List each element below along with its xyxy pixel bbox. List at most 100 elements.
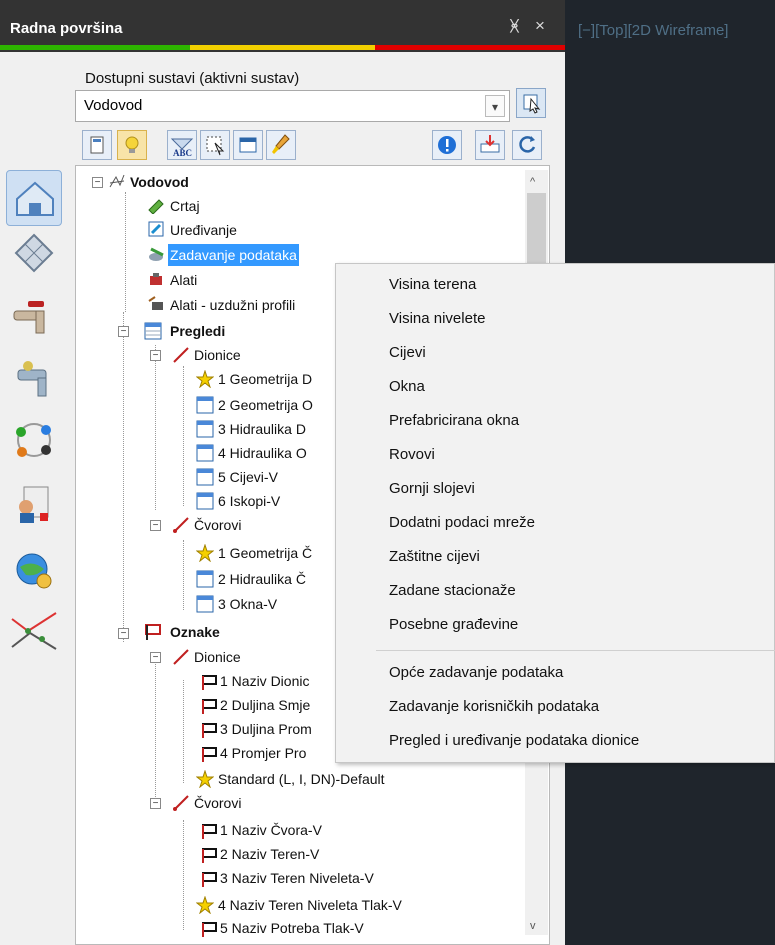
home-icon[interactable] — [6, 170, 62, 226]
scroll-up-icon[interactable]: ^ — [530, 176, 535, 188]
menu-item-posebne-gradevine[interactable]: Posebne građevine — [389, 616, 518, 633]
collapse-toggle[interactable]: − — [150, 652, 161, 663]
label-tool-button[interactable]: ABC — [167, 130, 197, 160]
collapse-toggle[interactable]: − — [118, 628, 129, 639]
menu-item-zadane-stacionaze[interactable]: Zadane stacionaže — [389, 582, 516, 599]
tree-item-label[interactable]: Standard (L, I, DN)-Default — [218, 768, 385, 790]
close-icon[interactable]: × — [535, 16, 545, 36]
tree-item-label[interactable]: 5 Naziv Potreba Tlak-V — [220, 917, 364, 939]
tree-group-dionice[interactable]: Dionice — [194, 344, 241, 366]
table-icon — [196, 420, 214, 438]
window-button[interactable] — [233, 130, 263, 160]
tree-item-label[interactable]: 3 Duljina Prom — [220, 718, 312, 740]
tree-item-zadavanje-podataka[interactable]: Zadavanje podataka — [168, 244, 299, 266]
menu-item-dodatni-podaci-mreze[interactable]: Dodatni podaci mreže — [389, 514, 535, 531]
tree-item-alati[interactable]: Alati — [170, 269, 197, 291]
tree-group-cvorovi[interactable]: Čvorovi — [194, 792, 241, 814]
systems-label: Dostupni sustavi (aktivni sustav) — [85, 70, 300, 87]
tree-item-label[interactable]: 2 Naziv Teren-V — [220, 843, 319, 865]
tree-item-view[interactable]: 3 Hidraulika D — [218, 418, 306, 440]
menu-item-rovovi[interactable]: Rovovi — [389, 446, 435, 463]
menu-item-okna[interactable]: Okna — [389, 378, 425, 395]
status-stripe-yellow — [190, 45, 375, 50]
profile-lines-icon[interactable] — [6, 603, 62, 659]
table-icon — [196, 570, 214, 588]
node-icon — [172, 516, 190, 534]
menu-item-cijevi[interactable]: Cijevi — [389, 344, 426, 361]
tree-connector — [155, 345, 156, 510]
flag-icon — [200, 673, 218, 691]
systems-dropdown[interactable]: Vodovod ▾ — [75, 90, 510, 122]
tree-connector — [183, 366, 184, 506]
flag-icon — [200, 697, 218, 715]
tree-item-view[interactable]: 1 Geometrija D — [218, 368, 312, 390]
tree-item-view[interactable]: 1 Geometrija Č — [218, 542, 312, 564]
tree-item-label[interactable]: 1 Naziv Dionic — [220, 670, 309, 692]
viewport-label[interactable]: [−][Top][2D Wireframe] — [578, 22, 728, 39]
table-icon — [144, 322, 162, 340]
export-button[interactable] — [475, 130, 505, 160]
collapse-toggle[interactable]: − — [150, 520, 161, 531]
tree-item-label[interactable]: 4 Naziv Teren Niveleta Tlak-V — [218, 894, 402, 916]
tree-item-label[interactable]: 3 Naziv Teren Niveleta-V — [220, 867, 374, 889]
tree-item-view[interactable]: 5 Cijevi-V — [218, 466, 278, 488]
pin-icon[interactable]: ᚸ — [510, 18, 519, 35]
flag-icon — [200, 745, 218, 763]
collapse-toggle[interactable]: − — [92, 177, 103, 188]
tree-item-label[interactable]: 4 Promjer Pro — [220, 742, 306, 764]
tree-item-view[interactable]: 2 Hidraulika Č — [218, 568, 306, 590]
flag-icon — [200, 870, 218, 888]
refresh-button[interactable] — [512, 130, 542, 160]
tree-item-view[interactable]: 3 Okna-V — [218, 593, 277, 615]
tree-group-cvorovi[interactable]: Čvorovi — [194, 514, 241, 536]
tree-item-label[interactable]: 1 Naziv Čvora-V — [220, 819, 322, 841]
tree-root-vodovod[interactable]: Vodovod — [130, 171, 189, 193]
star-icon — [195, 369, 215, 389]
lightbulb-button[interactable] — [117, 130, 147, 160]
info-button[interactable] — [432, 130, 462, 160]
tree-group-pregledi[interactable]: Pregledi — [170, 320, 225, 342]
valve-icon[interactable] — [6, 285, 62, 341]
tree-item-crtaj[interactable]: Crtaj — [170, 195, 200, 217]
menu-item-visina-terena[interactable]: Visina terena — [389, 276, 476, 293]
brush-button[interactable] — [266, 130, 296, 160]
tree-connector — [183, 680, 184, 783]
menu-item-pregled-uredivanje[interactable]: Pregled i uređivanje podataka dionice — [389, 732, 639, 749]
properties-button[interactable] — [82, 130, 112, 160]
tree-group-oznake[interactable]: Oznake — [170, 621, 220, 643]
menu-item-zastitne-cijevi[interactable]: Zaštitne cijevi — [389, 548, 480, 565]
tree-item-view[interactable]: 2 Geometrija O — [218, 394, 313, 416]
menu-item-opce-zadavanje[interactable]: Opće zadavanje podataka — [389, 664, 563, 681]
star-icon — [195, 543, 215, 563]
flag-icon — [200, 721, 218, 739]
data-entry-icon — [147, 245, 165, 263]
network-icon[interactable] — [6, 412, 62, 468]
tree-item-view[interactable]: 4 Hidraulika O — [218, 442, 307, 464]
pencil-icon — [147, 196, 165, 215]
edit-icon — [147, 220, 165, 238]
tree-item-uredivanje[interactable]: Uređivanje — [170, 219, 237, 241]
collapse-toggle[interactable]: − — [118, 326, 129, 337]
tree-item-alati-uzduzni-profili[interactable]: Alati - uzdužni profili — [170, 294, 295, 316]
chevron-down-icon[interactable]: ▾ — [485, 95, 505, 117]
tree-group-dionice[interactable]: Dionice — [194, 646, 241, 668]
menu-item-visina-nivelete[interactable]: Visina nivelete — [389, 310, 485, 327]
svg-text:ABC: ABC — [173, 148, 192, 158]
tree-connector — [183, 540, 184, 610]
select-tool-button[interactable] — [200, 130, 230, 160]
collapse-toggle[interactable]: − — [150, 798, 161, 809]
menu-item-korisnicki-podaci[interactable]: Zadavanje korisničkih podataka — [389, 698, 599, 715]
user-report-icon[interactable] — [6, 477, 62, 533]
select-system-button[interactable] — [516, 88, 546, 118]
faucet-icon[interactable] — [6, 350, 62, 406]
scroll-down-icon[interactable]: v — [530, 920, 536, 932]
collapse-toggle[interactable]: − — [150, 350, 161, 361]
menu-item-prefabricirana-okna[interactable]: Prefabricirana okna — [389, 412, 519, 429]
tree-connector — [125, 192, 126, 312]
grid-icon[interactable] — [6, 225, 62, 281]
context-menu: Visina terena Visina nivelete Cijevi Okn… — [335, 263, 775, 763]
tree-item-label[interactable]: 2 Duljina Smje — [220, 694, 310, 716]
globe-icon[interactable] — [6, 543, 62, 599]
menu-item-gornji-slojevi[interactable]: Gornji slojevi — [389, 480, 475, 497]
tree-item-view[interactable]: 6 Iskopi-V — [218, 490, 280, 512]
